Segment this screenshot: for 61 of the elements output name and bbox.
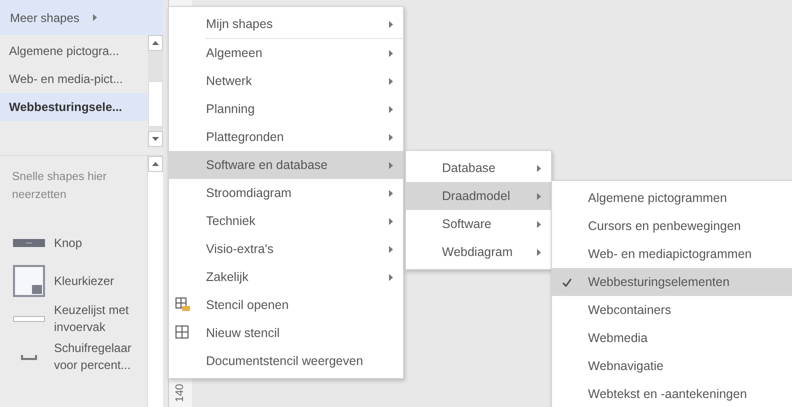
menu-item[interactable]: Stencil openen bbox=[169, 291, 403, 319]
shape-label[interactable]: Kleurkiezer bbox=[54, 272, 144, 290]
shape-label[interactable]: Schuifregelaar voor percent... bbox=[54, 340, 144, 374]
submenu-arrow-icon bbox=[537, 164, 541, 172]
color-picker-icon bbox=[13, 265, 45, 297]
shape-label[interactable]: Keuzelijst met invoervak bbox=[54, 302, 144, 336]
menu-item[interactable]: Mijn shapes bbox=[169, 10, 403, 38]
ruler-number: 140 bbox=[174, 384, 186, 402]
scroll-up-icon[interactable] bbox=[152, 41, 159, 45]
menu-item[interactable]: Documentstencil weergeven bbox=[169, 347, 403, 375]
scrollbar[interactable] bbox=[148, 35, 163, 147]
menu-item[interactable]: Planning bbox=[169, 95, 403, 123]
open-stencil-icon bbox=[175, 297, 191, 313]
menu-item[interactable]: Algemene pictogrammen bbox=[552, 184, 792, 212]
menu-item[interactable]: Nieuw stencil bbox=[169, 319, 403, 347]
button-shape-icon bbox=[13, 239, 45, 247]
submenu-arrow-icon bbox=[537, 192, 541, 200]
more-shapes-button[interactable]: Meer shapes bbox=[0, 0, 163, 35]
menu-item[interactable]: Visio-extra's bbox=[169, 235, 403, 263]
submenu-arrow-icon bbox=[537, 220, 541, 228]
stencil-item[interactable]: Webbesturingsele... bbox=[0, 93, 148, 121]
submenu-arrow-icon bbox=[537, 248, 541, 256]
menu-item[interactable]: Algemeen bbox=[169, 39, 403, 67]
menu-item[interactable]: Software en database bbox=[169, 151, 403, 179]
submenu-arrow-icon bbox=[389, 78, 393, 84]
menu-item[interactable]: Webcontainers bbox=[552, 296, 792, 324]
scroll-down-icon[interactable] bbox=[152, 137, 159, 141]
scroll-up-icon[interactable] bbox=[152, 162, 159, 166]
submenu-arrow-icon bbox=[389, 218, 393, 224]
menu-item[interactable]: Web- en mediapictogrammen bbox=[552, 240, 792, 268]
menu-item[interactable]: Techniek bbox=[169, 207, 403, 235]
shape-label[interactable]: Knop bbox=[54, 234, 144, 252]
submenu-arrow-icon bbox=[389, 50, 393, 56]
submenu-arrow-icon bbox=[389, 190, 393, 196]
combo-box-icon bbox=[13, 315, 45, 323]
submenu-arrow-icon bbox=[389, 106, 393, 112]
submenu-arrow-icon bbox=[389, 162, 393, 168]
menu-item[interactable]: Webtekst en -aantekeningen bbox=[552, 380, 792, 407]
submenu-arrow-icon bbox=[389, 134, 393, 140]
menu-item[interactable]: Cursors en penbewegingen bbox=[552, 212, 792, 240]
menu-item[interactable]: Software bbox=[406, 210, 551, 238]
menu-item[interactable]: Webdiagram bbox=[406, 238, 551, 266]
menu-item[interactable]: Draadmodel bbox=[406, 182, 551, 210]
stencil-item[interactable]: Algemene pictogra... bbox=[0, 37, 148, 65]
menu-item[interactable]: Webmedia bbox=[552, 324, 792, 352]
menu-item[interactable]: Zakelijk bbox=[169, 263, 403, 291]
submenu-arrow-icon bbox=[389, 20, 393, 28]
submenu-arrow-icon bbox=[389, 246, 393, 252]
menu-item[interactable]: Webbesturingselementen bbox=[552, 268, 792, 296]
checkmark-icon bbox=[562, 278, 572, 287]
menu-item[interactable]: Database bbox=[406, 154, 551, 182]
submenu-arrow-icon bbox=[93, 14, 98, 21]
stencil-item[interactable]: Web- en media-pict... bbox=[0, 65, 148, 93]
menu-item[interactable]: Plattegronden bbox=[169, 123, 403, 151]
scrollbar[interactable] bbox=[147, 156, 163, 407]
menu-item[interactable]: Stroomdiagram bbox=[169, 179, 403, 207]
grid-icon bbox=[175, 325, 189, 339]
menu-item[interactable]: Netwerk bbox=[169, 67, 403, 95]
menu-item[interactable]: Webnavigatie bbox=[552, 352, 792, 380]
drop-hint: Snelle shapes hier neerzetten bbox=[12, 170, 108, 203]
submenu-arrow-icon bbox=[389, 274, 393, 280]
